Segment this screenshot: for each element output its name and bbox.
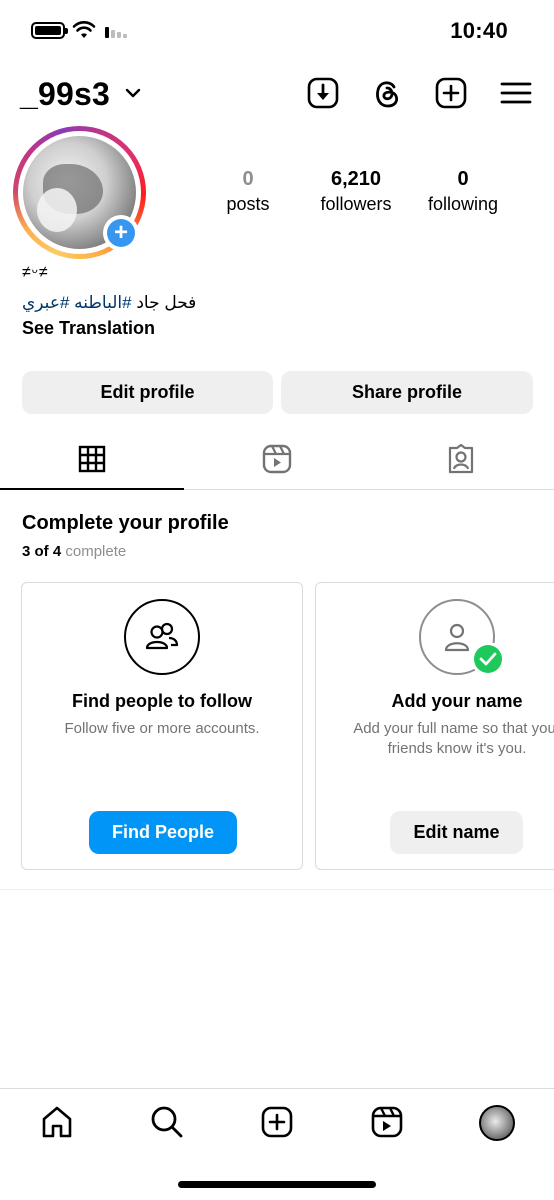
plus-icon: + xyxy=(107,219,135,247)
hashtag-link[interactable]: #الباطنه xyxy=(74,293,131,312)
person-icon xyxy=(444,623,470,652)
tagged-person-icon xyxy=(448,444,474,474)
complete-profile-title: Complete your profile xyxy=(22,512,229,534)
followers-value: 6,210 xyxy=(330,168,382,190)
home-indicator xyxy=(178,1181,376,1188)
progress-count: 3 of 4 xyxy=(22,543,62,560)
clock: 10:40 xyxy=(450,18,508,43)
following-count[interactable]: 0 following xyxy=(418,166,508,216)
grid-icon xyxy=(78,445,106,473)
following-label: following xyxy=(427,194,499,214)
tab-posts-grid[interactable] xyxy=(0,436,184,490)
content-tabs xyxy=(0,436,554,490)
signal-icon xyxy=(105,27,127,38)
checkmark-icon xyxy=(479,652,497,666)
find-people-button[interactable]: Find People xyxy=(89,811,237,854)
card-description: Follow five or more accounts. xyxy=(22,719,302,739)
share-profile-button[interactable]: Share profile xyxy=(281,371,533,414)
card-desc-line: Add your full name so that your xyxy=(353,720,554,737)
chevron-down-icon[interactable] xyxy=(124,84,142,102)
tab-reels[interactable] xyxy=(185,436,369,488)
profile-header: _99s3 xyxy=(0,70,554,118)
find-people-card: Find people to follow Follow five or mor… xyxy=(21,582,303,870)
followers-count[interactable]: 6,210 followers xyxy=(306,166,406,216)
completed-badge xyxy=(471,642,505,676)
hashtag-link[interactable]: #عبري xyxy=(22,293,69,312)
progress-suffix: complete xyxy=(65,543,127,560)
posts-value: 0 xyxy=(242,168,254,190)
username-switcher[interactable]: _99s3 xyxy=(20,76,110,113)
create-post-icon[interactable] xyxy=(434,76,468,110)
card-title: Find people to follow xyxy=(72,691,252,711)
battery-icon xyxy=(31,22,68,39)
status-bar: 10:40 xyxy=(0,0,554,62)
add-story-button[interactable]: + xyxy=(103,215,139,251)
card-icon-circle xyxy=(124,599,200,675)
card-desc-line: friends know it's you. xyxy=(387,740,527,757)
search-icon[interactable] xyxy=(150,1105,184,1139)
home-icon[interactable] xyxy=(40,1105,74,1139)
edit-profile-button[interactable]: Edit profile xyxy=(22,371,273,414)
card-title: Add your name xyxy=(391,691,523,711)
followers-label: followers xyxy=(320,194,392,214)
bio-text: #عبري #الباطنه فحل جاد xyxy=(22,292,196,314)
complete-profile-progress: 3 of 4 complete xyxy=(22,543,126,560)
people-icon xyxy=(145,622,179,650)
edit-name-button[interactable]: Edit name xyxy=(390,811,523,854)
tab-tagged[interactable] xyxy=(369,436,553,488)
posts-label: posts xyxy=(226,194,270,214)
following-value: 0 xyxy=(457,168,469,190)
bio-plain-text: فحل جاد xyxy=(136,293,197,312)
see-translation-link[interactable]: See Translation xyxy=(22,318,155,339)
create-icon[interactable] xyxy=(260,1105,294,1139)
divider xyxy=(0,889,554,890)
card-description: Add your full name so that your friends … xyxy=(316,719,554,759)
download-icon[interactable] xyxy=(306,76,340,110)
bio-symbols: ≠ᵕ≠ xyxy=(22,264,49,281)
reels-icon[interactable] xyxy=(370,1105,404,1139)
threads-icon[interactable] xyxy=(370,76,404,110)
menu-icon[interactable] xyxy=(499,76,533,110)
bottom-navigation xyxy=(0,1088,554,1158)
posts-count[interactable]: 0 posts xyxy=(212,166,284,216)
profile-avatar-tab[interactable] xyxy=(479,1105,515,1141)
card-desc-line: Follow five or more accounts. xyxy=(64,720,260,737)
wifi-icon xyxy=(72,21,96,38)
add-name-card: Add your name Add your full name so that… xyxy=(315,582,554,870)
reels-icon xyxy=(262,444,292,474)
